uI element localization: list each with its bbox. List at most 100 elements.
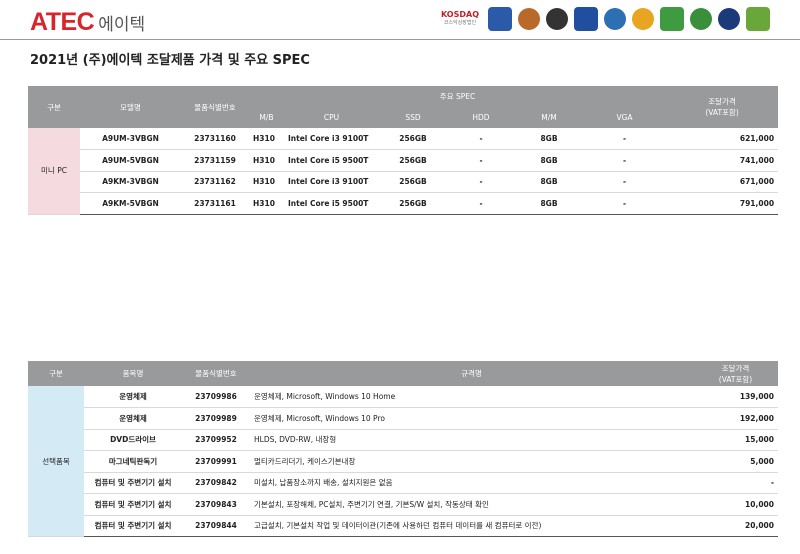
table-row: A9UM-5VBGN 23731159 H310 Intel Core i5 9… xyxy=(28,149,779,172)
cert-seal-8 xyxy=(690,8,712,30)
mb-cell: H310 xyxy=(249,192,284,215)
spec-cell: 운영체제, Microsoft, Windows 10 Pro xyxy=(250,407,693,430)
cpu-cell: Intel Core i3 9100T xyxy=(284,128,379,150)
kosdaq-label: KOSDAQ xyxy=(440,10,480,19)
header-price: 조달가격 (VAT포함) xyxy=(666,86,779,128)
table-row: 컴퓨터 및 주변기기 설치 23709843 기본설치, 포장해체, PC설치,… xyxy=(28,493,778,516)
item-no-cell: 23709986 xyxy=(182,386,250,408)
mini-pc-price-table: 구분 모델명 물품식별번호 주요 SPEC 조달가격 (VAT포함) M/B C… xyxy=(28,86,779,215)
table-row: 운영체제 23709989 운영체제, Microsoft, Windows 1… xyxy=(28,407,778,430)
item-no-cell: 23731160 xyxy=(181,128,249,150)
spec-cell: 고급설치, 기본설치 작업 및 데이터이관(기존에 사용하던 컴퓨터 데이터를 … xyxy=(250,515,693,537)
company-logo: ATEC 에이텍 xyxy=(30,8,145,37)
header-price-label: 조달가격 xyxy=(721,363,750,373)
price-cell: 741,000 xyxy=(666,149,779,172)
item-no-cell: 23709989 xyxy=(182,407,250,430)
item-cell: 운영체제 xyxy=(84,407,182,430)
table-row: DVD드라이브 23709952 HLDS, DVD-RW, 내장형 15,00… xyxy=(28,429,778,451)
price-cell: - xyxy=(693,472,778,494)
cert-seal-3 xyxy=(546,8,568,30)
vga-cell: - xyxy=(583,128,667,150)
header-price-sub: (VAT포함) xyxy=(705,108,739,117)
category-cell: 미니 PC xyxy=(28,128,80,215)
mm-cell: 8GB xyxy=(515,149,583,172)
price-cell: 5,000 xyxy=(693,450,778,473)
table1-header-row-1: 구분 모델명 물품식별번호 주요 SPEC 조달가격 (VAT포함) xyxy=(28,86,779,128)
kosdaq-sub-label: 코스닥상장법인 xyxy=(443,20,477,26)
header-spec: 주요 SPEC xyxy=(249,86,667,107)
price-cell: 671,000 xyxy=(666,171,779,193)
model-cell: A9UM-3VBGN xyxy=(80,128,181,150)
price-cell: 192,000 xyxy=(693,407,778,430)
price-cell: 139,000 xyxy=(693,386,778,408)
header-mm: M/M xyxy=(515,107,583,128)
item-no-cell: 23731159 xyxy=(181,149,249,172)
table-row: A9KM-3VBGN 23731162 H310 Intel Core i3 9… xyxy=(28,171,779,193)
logo-text-kr: 에이텍 xyxy=(98,15,146,35)
table-row: A9KM-5VBGN 23731161 H310 Intel Core i5 9… xyxy=(28,192,779,215)
page-header: ATEC 에이텍 KOSDAQ 코스닥상장법인 xyxy=(0,0,800,40)
header-item-no: 물품식별번호 xyxy=(182,361,250,386)
item-cell: 컴퓨터 및 주변기기 설치 xyxy=(84,472,182,494)
header-ssd: SSD xyxy=(379,107,447,128)
table-row: 미니 PC A9UM-3VBGN 23731160 H310 Intel Cor… xyxy=(28,128,779,215)
header-price-sub: (VAT포함) xyxy=(718,374,753,384)
cpu-cell: Intel Core i5 9500T xyxy=(284,149,379,172)
item-cell: 컴퓨터 및 주변기기 설치 xyxy=(84,493,182,516)
item-no-cell: 23709842 xyxy=(182,472,250,494)
page-title: 2021년 (주)에이텍 조달제품 가격 및 주요 SPEC xyxy=(30,53,310,68)
item-cell: 마그네틱판독기 xyxy=(84,450,182,473)
model-cell: A9KM-3VBGN xyxy=(80,171,181,193)
mm-cell: 8GB xyxy=(515,192,583,215)
spec-cell: 멀티카드리더기, 케이스기본내장 xyxy=(250,450,693,473)
header-item: 품목명 xyxy=(84,361,182,386)
logo-text-en: ATEC xyxy=(30,8,95,36)
kosdaq-logo: KOSDAQ 코스닥상장법인 xyxy=(438,6,482,32)
ssd-cell: 256GB xyxy=(379,171,447,193)
cpu-cell: Intel Core i3 9100T xyxy=(284,171,379,193)
cpu-cell: Intel Core i5 9500T xyxy=(284,192,379,215)
cert-seal-2 xyxy=(518,8,540,30)
model-cell: A9UM-5VBGN xyxy=(80,149,181,172)
table2-header-row: 구분 품목명 물품식별번호 규격명 조달가격 (VAT포함) xyxy=(28,361,778,386)
vga-cell: - xyxy=(583,149,667,172)
item-no-cell: 23709991 xyxy=(182,450,250,473)
mm-cell: 8GB xyxy=(515,171,583,193)
item-no-cell: 23709843 xyxy=(182,493,250,516)
header-item-no: 물품식별번호 xyxy=(181,86,249,128)
header-model: 모델명 xyxy=(80,86,181,128)
ssd-cell: 256GB xyxy=(379,192,447,215)
hdd-cell: - xyxy=(447,192,515,215)
mb-cell: H310 xyxy=(249,128,284,150)
header-price: 조달가격 (VAT포함) xyxy=(693,361,778,386)
price-cell: 10,000 xyxy=(693,493,778,516)
header-cpu: CPU xyxy=(284,107,379,128)
cert-seal-5 xyxy=(604,8,626,30)
spec-cell: 기본설치, 포장해체, PC설치, 주변기기 연결, 기본S/W 설치, 작동상… xyxy=(250,493,693,516)
certification-logos: KOSDAQ 코스닥상장법인 xyxy=(438,6,770,32)
category-cell: 선택품목 xyxy=(28,386,84,537)
table-row: 선택품목 운영체제 23709986 운영체제, Microsoft, Wind… xyxy=(28,386,778,537)
ssd-cell: 256GB xyxy=(379,128,447,150)
price-cell: 621,000 xyxy=(666,128,779,150)
cert-seal-9 xyxy=(718,8,740,30)
item-cell: 운영체제 xyxy=(84,386,182,408)
header-vga: VGA xyxy=(583,107,667,128)
cert-seal-1 xyxy=(488,7,512,31)
item-no-cell: 23709952 xyxy=(182,429,250,451)
mm-cell: 8GB xyxy=(515,128,583,150)
vga-cell: - xyxy=(583,192,667,215)
item-no-cell: 23731161 xyxy=(181,192,249,215)
spec-cell: 미설치, 납품장소까지 배송, 설치지원은 없음 xyxy=(250,472,693,494)
cert-seal-6 xyxy=(632,8,654,30)
item-cell: 컴퓨터 및 주변기기 설치 xyxy=(84,515,182,537)
table-row: 마그네틱판독기 23709991 멀티카드리더기, 케이스기본내장 5,000 xyxy=(28,450,778,473)
ssd-cell: 256GB xyxy=(379,149,447,172)
hdd-cell: - xyxy=(447,128,515,150)
cert-seal-4 xyxy=(574,7,598,31)
header-mb: M/B xyxy=(249,107,284,128)
header-price-label: 조달가격 xyxy=(708,97,736,106)
model-cell: A9KM-5VBGN xyxy=(80,192,181,215)
item-no-cell: 23731162 xyxy=(181,171,249,193)
item-cell: DVD드라이브 xyxy=(84,429,182,451)
